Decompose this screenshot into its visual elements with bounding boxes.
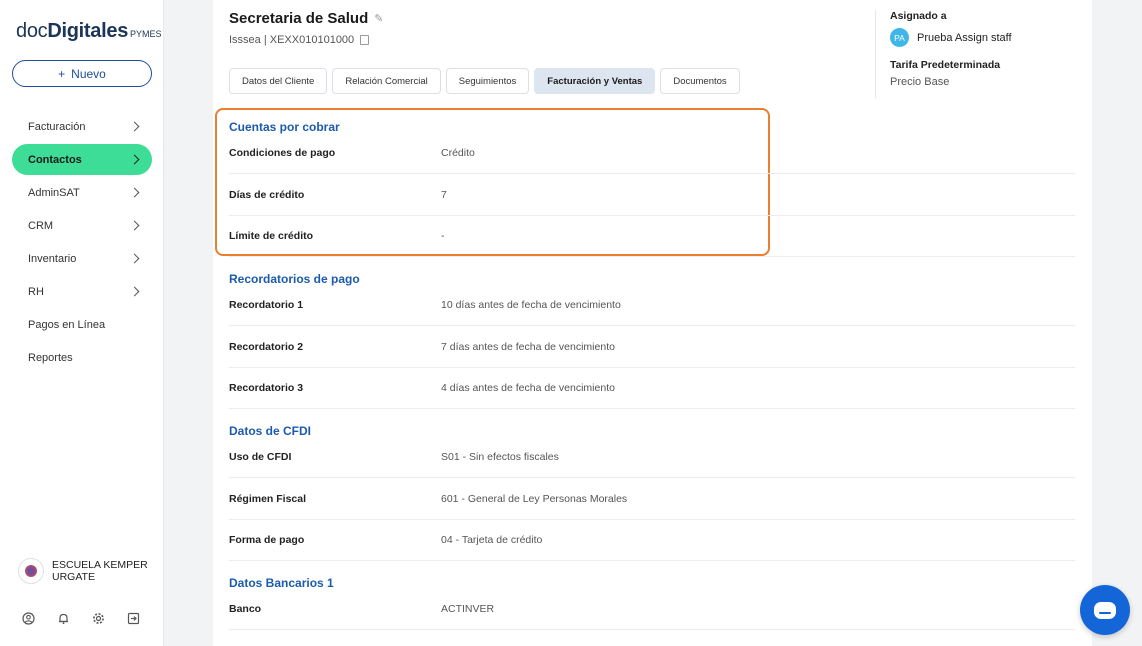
section-title: Recordatorios de pago <box>229 272 360 286</box>
edit-icon[interactable]: ✎ <box>374 12 383 25</box>
row-value: 7 días antes de fecha de vencimiento <box>441 340 615 353</box>
chat-icon <box>1094 601 1116 619</box>
footer-icons <box>22 612 140 625</box>
avatar: PA <box>890 28 909 47</box>
detail-row: Forma de pago 04 - Tarjeta de crédito <box>229 520 1075 561</box>
detail-row: Régimen Fiscal 601 - General de Ley Perso… <box>229 479 1075 520</box>
bell-icon[interactable] <box>57 612 70 625</box>
row-label: Uso de CFDI <box>229 451 292 463</box>
chevron-right-icon <box>129 220 140 231</box>
chevron-right-icon <box>129 154 140 165</box>
chevron-right-icon <box>129 253 140 264</box>
detail-row: Días de crédito 7 <box>229 175 1075 216</box>
brand-digitales: Digitales <box>47 20 129 42</box>
section-title: Cuentas por cobrar <box>229 120 340 134</box>
sidebar-item-label: Reportes <box>28 351 73 364</box>
row-label: Régimen Fiscal <box>229 492 307 505</box>
detail-row: Banco ACTINVER <box>229 589 1075 630</box>
tarifa-value: Precio Base <box>890 76 950 88</box>
chevron-right-icon <box>129 286 140 297</box>
row-label: Condiciones de pago <box>229 147 336 159</box>
sidebar-item-label: Inventario <box>28 252 77 265</box>
brand-logo[interactable]: doc Digitales PYMES <box>16 20 162 43</box>
sidebar-item-label: RH <box>28 285 44 298</box>
row-value: - <box>441 230 445 242</box>
chevron-right-icon <box>129 187 140 198</box>
sidebar-item-reportes[interactable]: Reportes <box>12 342 152 373</box>
row-label: Límite de crédito <box>229 230 314 242</box>
row-label: Recordatorio 1 <box>229 299 304 311</box>
plus-icon: + <box>58 66 66 81</box>
logout-icon[interactable] <box>127 612 140 625</box>
assignment-panel: Asignado a PA Prueba Assign staff Tarifa… <box>890 10 1012 88</box>
brand-pymes: PYMES <box>130 29 162 39</box>
row-value: S01 - Sin efectos fiscales <box>441 451 559 463</box>
contact-card: Secretaria de Salud ✎ Isssea | XEXX01010… <box>213 0 1092 646</box>
new-button-label: Nuevo <box>71 66 106 81</box>
contact-title: Secretaria de Salud ✎ <box>229 10 383 27</box>
brand-doc: doc <box>16 20 48 42</box>
copy-icon[interactable] <box>360 35 370 45</box>
tab-facturaci-n-y-ventas[interactable]: Facturación y Ventas <box>534 68 656 94</box>
sidebar-item-label: Pagos en Línea <box>28 318 106 331</box>
row-value: 4 días antes de fecha de vencimiento <box>441 382 615 394</box>
divider <box>875 10 876 98</box>
row-label: Recordatorio 3 <box>229 382 304 394</box>
detail-row: Límite de crédito - <box>229 216 1075 257</box>
row-value: 7 <box>441 188 447 201</box>
row-value: Crédito <box>441 147 475 159</box>
assignee[interactable]: PA Prueba Assign staff <box>890 28 1012 47</box>
detail-row: Uso de CFDI S01 - Sin efectos fiscales <box>229 437 1075 478</box>
contact-name: Secretaria de Salud <box>229 10 369 27</box>
sidebar-item-pagos-en-l-nea[interactable]: Pagos en Línea <box>12 309 152 340</box>
sidebar-item-adminsat[interactable]: AdminSAT <box>12 177 152 208</box>
detail-row: Condiciones de pago Crédito <box>229 133 1075 174</box>
sidebar: doc Digitales PYMES + Nuevo Facturación Con… <box>0 0 164 646</box>
row-value: 04 - Tarjeta de crédito <box>441 534 543 546</box>
row-label: Recordatorio 2 <box>229 340 304 353</box>
detail-row: Recordatorio 1 10 días antes de fecha de … <box>229 285 1075 326</box>
sidebar-item-crm[interactable]: CRM <box>12 210 152 241</box>
contact-rfc: Isssea | XEXX010101000 <box>229 34 355 46</box>
sidebar-item-label: AdminSAT <box>28 186 80 199</box>
tab-seguimientos[interactable]: Seguimientos <box>445 68 530 94</box>
sidebar-item-label: Contactos <box>28 153 82 166</box>
detail-row: Recordatorio 3 4 días antes de fecha de v… <box>229 368 1075 409</box>
tab-documentos[interactable]: Documentos <box>660 68 740 94</box>
row-label: Banco <box>229 603 262 615</box>
sidebar-nav: Facturación Contactos AdminSAT CRM Inventari… <box>12 111 152 375</box>
sidebar-item-inventario[interactable]: Inventario <box>12 243 152 274</box>
tab-relaci-n-comercial[interactable]: Relación Comercial <box>332 68 441 94</box>
sidebar-item-facturaci-n[interactable]: Facturación <box>12 111 152 142</box>
row-value: 10 días antes de fecha de vencimiento <box>441 299 621 311</box>
gear-icon[interactable] <box>92 612 105 625</box>
sidebar-item-rh[interactable]: RH <box>12 276 152 307</box>
sidebar-item-contactos[interactable]: Contactos <box>12 144 152 175</box>
tab-bar: Datos del Cliente Relación Comercial Segui… <box>229 68 740 94</box>
row-label: Forma de pago <box>229 534 305 546</box>
new-button[interactable]: + Nuevo <box>12 60 152 87</box>
tarifa-label: Tarifa Predeterminada <box>890 59 1001 71</box>
section-title: Datos de CFDI <box>229 424 312 438</box>
chevron-right-icon <box>129 121 140 132</box>
row-label: Días de crédito <box>229 188 305 201</box>
sidebar-item-label: Facturación <box>28 120 86 133</box>
contact-subtitle: Isssea | XEXX010101000 <box>229 34 370 46</box>
section-title: Datos Bancarios 1 <box>229 576 334 590</box>
sidebar-item-label: CRM <box>28 219 54 232</box>
assigned-label: Asignado a <box>890 10 947 22</box>
chat-button[interactable] <box>1080 585 1130 635</box>
organization[interactable]: ESCUELA KEMPER URGATE <box>18 558 152 584</box>
org-logo <box>18 558 44 584</box>
row-value: 601 - General de Ley Personas Morales <box>441 492 628 505</box>
org-name: ESCUELA KEMPER URGATE <box>52 559 148 583</box>
tab-datos-del-cliente[interactable]: Datos del Cliente <box>229 68 328 94</box>
assignee-name: Prueba Assign staff <box>917 31 1012 44</box>
row-value: ACTINVER <box>441 603 495 615</box>
detail-row: Recordatorio 2 7 días antes de fecha de v… <box>229 327 1075 368</box>
user-icon[interactable] <box>22 612 35 625</box>
